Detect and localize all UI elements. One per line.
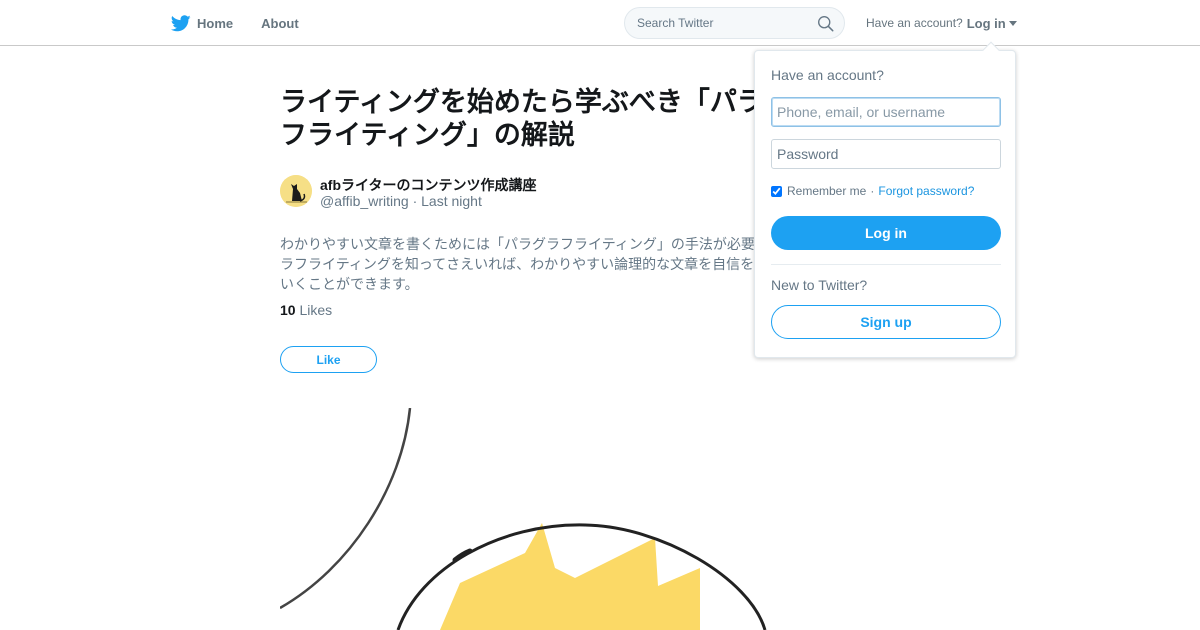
new-to-twitter-text: New to Twitter? bbox=[771, 277, 868, 293]
like-button[interactable]: Like bbox=[280, 346, 377, 373]
remember-me-checkbox[interactable] bbox=[771, 185, 782, 197]
login-dropdown: Have an account? Remember me · Forgot pa… bbox=[754, 41, 1016, 358]
forgot-password-link[interactable]: Forgot password? bbox=[878, 184, 974, 198]
tweet-illustration bbox=[280, 408, 767, 630]
caret-down-icon bbox=[1008, 20, 1017, 26]
remember-row: Remember me · Forgot password? bbox=[771, 184, 974, 198]
login-dropdown-toggle[interactable]: Log in bbox=[967, 16, 1017, 31]
nav-home-link[interactable]: Home bbox=[171, 14, 234, 32]
nav-left: Home About bbox=[171, 0, 327, 46]
username-field[interactable] bbox=[771, 97, 1001, 127]
tweet-image[interactable] bbox=[280, 408, 780, 630]
likes-number: 10 bbox=[280, 302, 296, 318]
signup-button[interactable]: Sign up bbox=[771, 305, 1001, 339]
remember-separator: · bbox=[870, 184, 875, 198]
meta-separator: · bbox=[412, 193, 418, 209]
likes-label: Likes bbox=[299, 302, 333, 318]
nav-about-link[interactable]: About bbox=[261, 16, 299, 31]
nav-home-label: Home bbox=[197, 15, 234, 31]
nav-about-label: About bbox=[261, 15, 299, 31]
author-name[interactable]: afbライターのコンテンツ作成講座 bbox=[320, 175, 536, 195]
top-navigation-bar: Home About Have an account? Log in bbox=[0, 0, 1200, 46]
avatar-cat-icon bbox=[280, 175, 312, 207]
avatar[interactable] bbox=[280, 175, 312, 207]
search-icon[interactable] bbox=[817, 15, 834, 32]
tweet-time[interactable]: Last night bbox=[421, 193, 482, 209]
author-handle[interactable]: @affib_writing bbox=[320, 193, 409, 209]
author-meta: @affib_writing · Last night bbox=[320, 193, 482, 209]
dropdown-heading: Have an account? bbox=[771, 67, 884, 83]
tweet-author: afbライターのコンテンツ作成講座 @affib_writing · Last … bbox=[280, 175, 760, 211]
twitter-bird-icon bbox=[171, 14, 191, 31]
dropdown-divider bbox=[771, 264, 1001, 265]
search-input[interactable] bbox=[625, 8, 815, 38]
login-button[interactable]: Log in bbox=[771, 216, 1001, 250]
have-account-text: Have an account? bbox=[866, 16, 963, 30]
likes-count: 10 Likes bbox=[280, 302, 332, 318]
search-box bbox=[624, 7, 845, 39]
password-field[interactable] bbox=[771, 139, 1001, 169]
remember-me-label[interactable]: Remember me bbox=[787, 184, 866, 198]
account-menu: Have an account? Log in bbox=[866, 0, 1017, 46]
login-link-label: Log in bbox=[966, 15, 1006, 31]
